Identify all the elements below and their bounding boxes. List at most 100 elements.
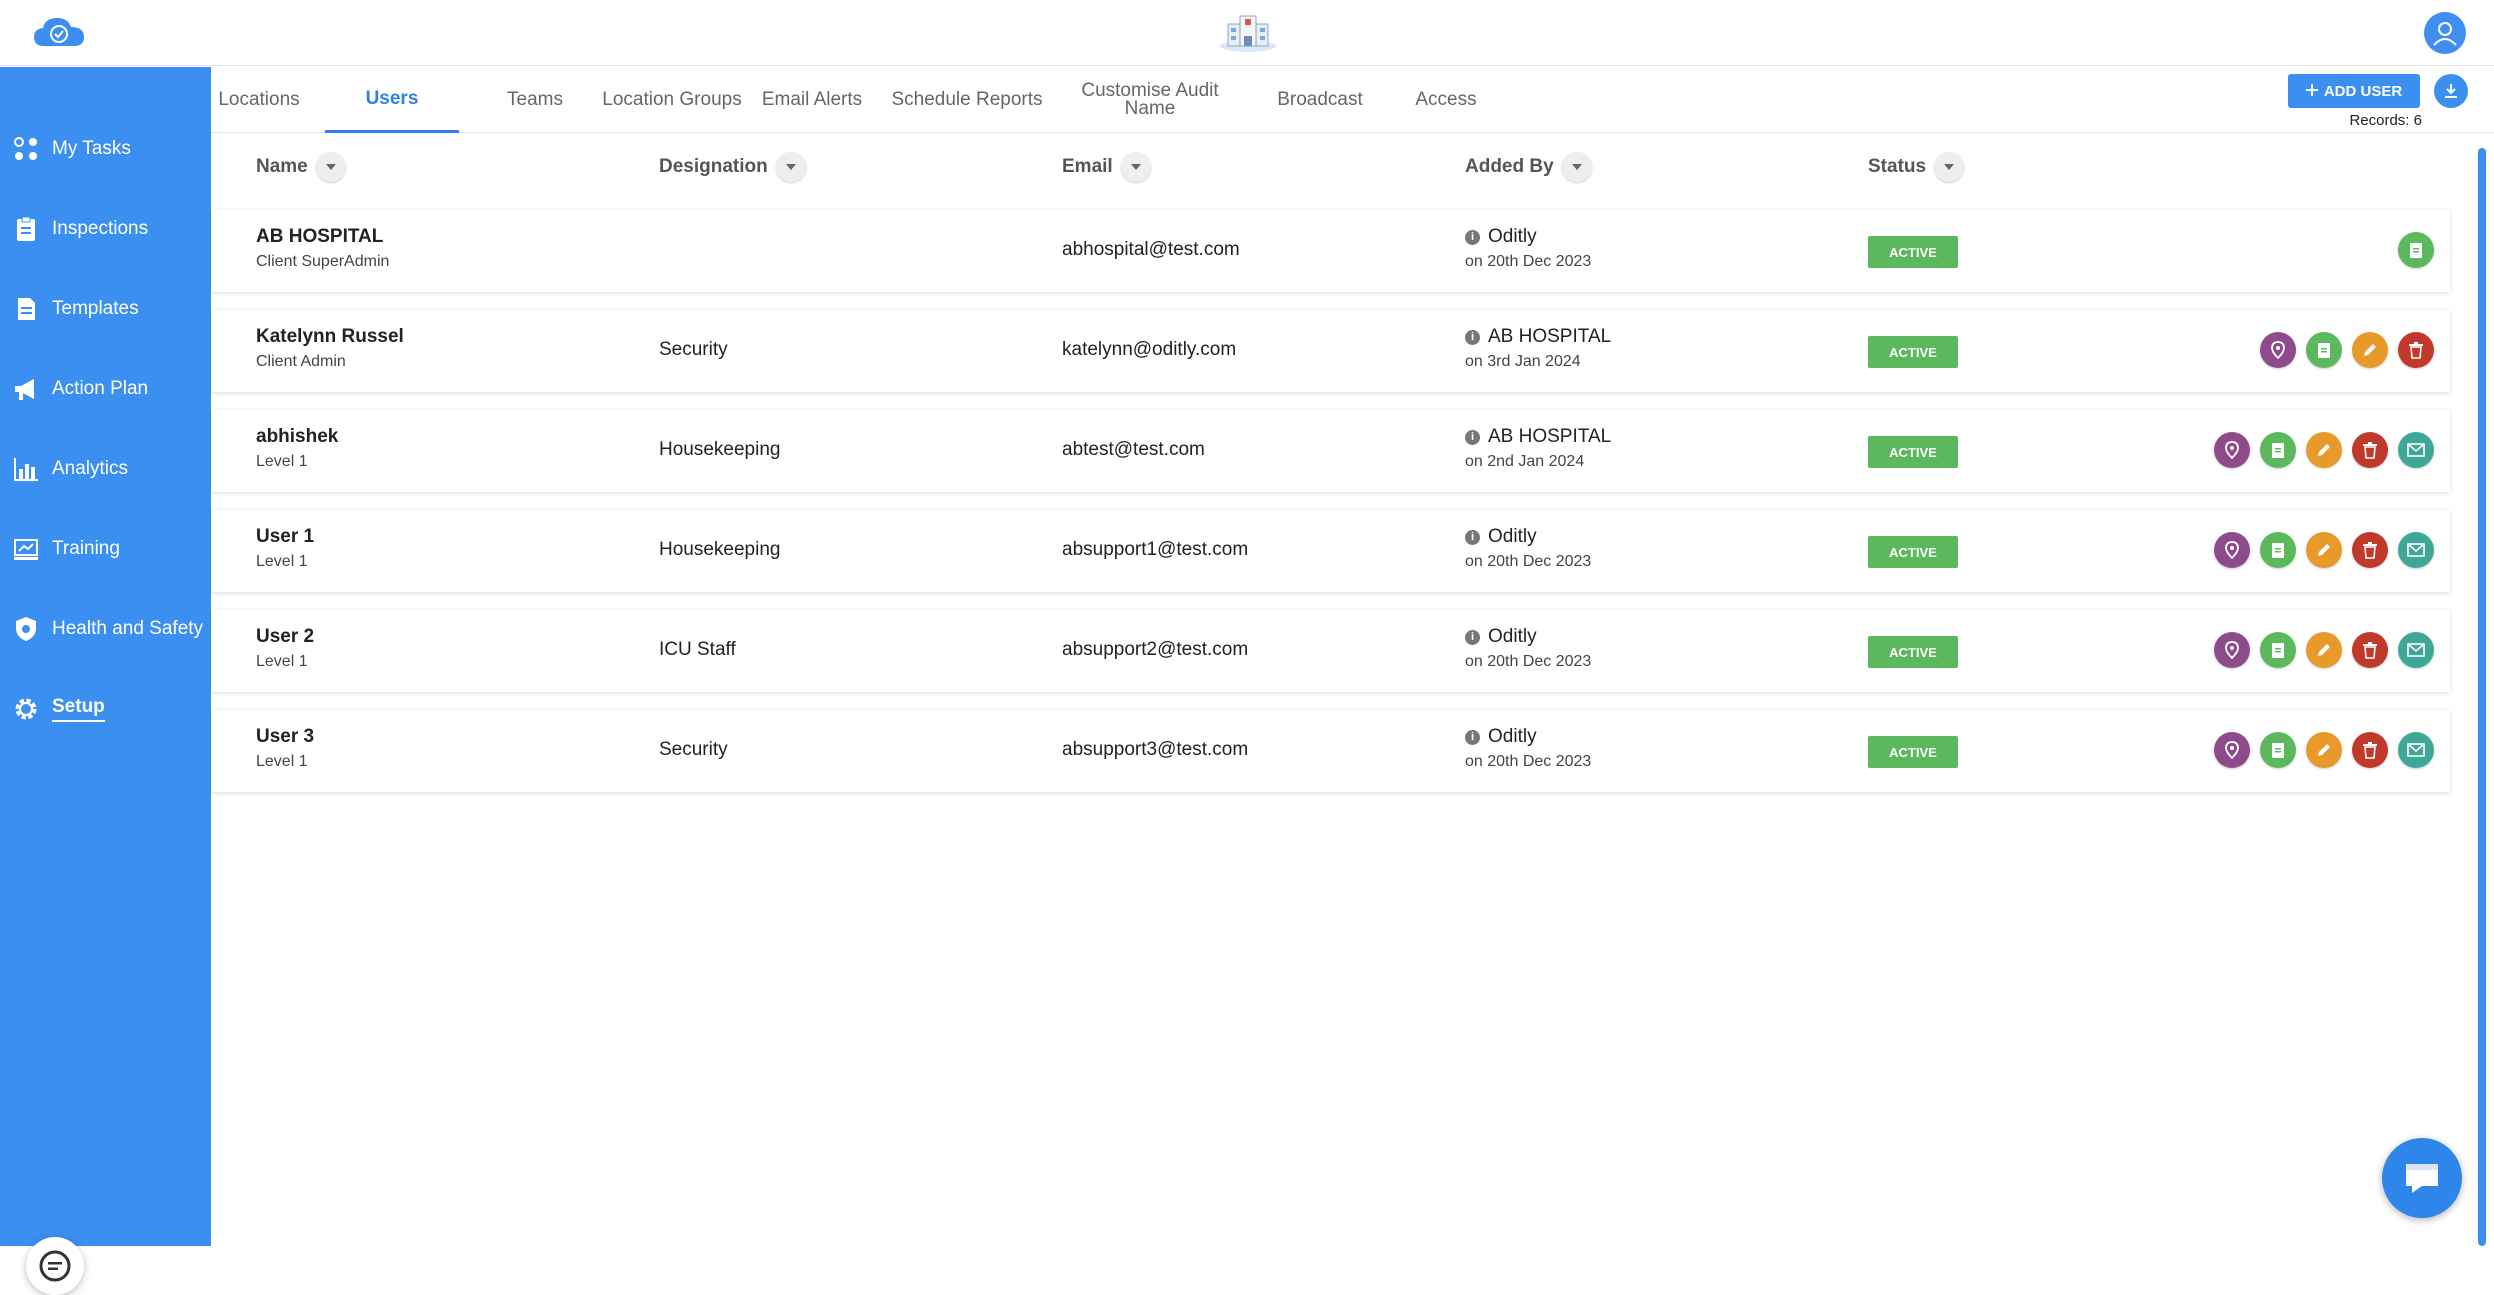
pencil-icon[interactable] (2306, 632, 2342, 668)
sort-dropdown-icon[interactable] (315, 152, 346, 182)
sidebar-item-inspections[interactable]: Inspections (0, 199, 211, 259)
row-actions (2260, 332, 2434, 368)
table-row[interactable]: abhishek Level 1 Housekeeping abtest@tes… (212, 410, 2450, 492)
user-designation: Security (659, 739, 728, 760)
table-row[interactable]: User 2 Level 1 ICU Staff absupport2@test… (212, 610, 2450, 692)
sidebar-item-setup[interactable]: Setup (0, 679, 211, 739)
clipboard-icon (12, 215, 40, 243)
pencil-icon[interactable] (2306, 532, 2342, 568)
tab-schedule-reports[interactable]: Schedule Reports (887, 67, 1047, 133)
sidebar-item-label: My Tasks (52, 138, 131, 159)
trash-icon[interactable] (2352, 532, 2388, 568)
megaphone-icon (12, 375, 40, 403)
clipboard-icon[interactable] (2260, 732, 2296, 768)
records-count: Records: 6 (2349, 112, 2422, 129)
user-role: Client Admin (256, 353, 346, 370)
mail-icon[interactable] (2398, 732, 2434, 768)
location-pin-icon[interactable] (2260, 332, 2296, 368)
tab-broadcast[interactable]: Broadcast (1257, 67, 1383, 133)
tab-customise-audit-name[interactable]: Customise Audit Name (1073, 67, 1227, 133)
sidebar-item-action-plan[interactable]: Action Plan (0, 359, 211, 419)
user-name: User 3 (256, 726, 315, 747)
clipboard-icon[interactable] (2260, 432, 2296, 468)
support-chat-icon[interactable] (2382, 1138, 2462, 1218)
table-row[interactable]: User 1 Level 1 Housekeeping absupport1@t… (212, 510, 2450, 592)
trash-icon[interactable] (2352, 632, 2388, 668)
added-by: i Oditly (1465, 626, 1537, 648)
sort-dropdown-icon[interactable] (1561, 152, 1592, 182)
info-icon[interactable]: i (1465, 529, 1480, 545)
user-email: abhospital@test.com (1062, 239, 1240, 260)
location-pin-icon[interactable] (2214, 732, 2250, 768)
row-actions (2214, 532, 2434, 568)
cloud-check-logo-icon[interactable] (32, 14, 86, 50)
pencil-icon[interactable] (2306, 732, 2342, 768)
status-badge: ACTIVE (1868, 236, 1958, 268)
sidebar-item-label: Setup (52, 696, 105, 722)
user-role: Level 1 (256, 753, 308, 770)
top-bar (0, 0, 2494, 66)
mail-icon[interactable] (2398, 432, 2434, 468)
row-actions (2398, 232, 2434, 268)
pencil-icon[interactable] (2352, 332, 2388, 368)
info-icon[interactable]: i (1465, 329, 1480, 345)
user-name: Katelynn Russel (256, 326, 404, 347)
info-icon[interactable]: i (1465, 429, 1480, 445)
sidebar-item-health-and-safety[interactable]: Health and Safety (0, 599, 211, 659)
sort-dropdown-icon[interactable] (1120, 152, 1151, 182)
added-by-name: AB HOSPITAL (1488, 426, 1612, 447)
sidebar-item-label: Analytics (52, 458, 129, 479)
sidebar-item-templates[interactable]: Templates (0, 279, 211, 339)
hospital-logo-icon (1218, 10, 1278, 54)
tab-teams[interactable]: Teams (483, 67, 587, 133)
table-row[interactable]: AB HOSPITAL Client SuperAdmin abhospital… (212, 210, 2450, 292)
column-label: Status (1868, 156, 1927, 177)
user-role: Level 1 (256, 653, 308, 670)
clipboard-icon[interactable] (2398, 232, 2434, 268)
sidebar-item-analytics[interactable]: Analytics (0, 439, 211, 499)
tab-email-alerts[interactable]: Email Alerts (759, 67, 865, 133)
add-user-button[interactable]: ADD USER (2288, 74, 2420, 108)
clipboard-icon[interactable] (2260, 632, 2296, 668)
tab-users[interactable]: Users (325, 67, 459, 133)
added-by-name: AB HOSPITAL (1488, 326, 1612, 347)
added-by: i Oditly (1465, 526, 1537, 548)
tab-location-groups[interactable]: Location Groups (597, 67, 747, 133)
sidebar-item-my-tasks[interactable]: My Tasks (0, 119, 211, 179)
user-role: Client SuperAdmin (256, 253, 390, 270)
sidebar: My Tasks Inspections Templates Action Pl… (0, 67, 211, 1295)
added-by: i AB HOSPITAL (1465, 426, 1611, 448)
table-row[interactable]: Katelynn Russel Client Admin Security ka… (212, 310, 2450, 392)
location-pin-icon[interactable] (2214, 532, 2250, 568)
user-profile-icon[interactable] (2424, 12, 2466, 54)
location-pin-icon[interactable] (2214, 432, 2250, 468)
trash-icon[interactable] (2352, 432, 2388, 468)
tab-locations[interactable]: Locations (211, 67, 307, 133)
sidebar-item-label: Inspections (52, 218, 149, 239)
info-icon[interactable]: i (1465, 729, 1480, 745)
sort-dropdown-icon[interactable] (1934, 152, 1965, 182)
tab-access[interactable]: Access (1397, 67, 1495, 133)
info-icon[interactable]: i (1465, 229, 1480, 245)
trash-icon[interactable] (2398, 332, 2434, 368)
row-actions (2214, 732, 2434, 768)
clipboard-icon[interactable] (2260, 532, 2296, 568)
download-icon[interactable] (2434, 74, 2468, 108)
clipboard-icon[interactable] (2306, 332, 2342, 368)
pencil-icon[interactable] (2306, 432, 2342, 468)
sort-dropdown-icon[interactable] (775, 152, 806, 182)
added-by: i Oditly (1465, 226, 1537, 248)
location-pin-icon[interactable] (2214, 632, 2250, 668)
user-name: User 2 (256, 626, 315, 647)
info-icon[interactable]: i (1465, 629, 1480, 645)
column-header-status: Status (1868, 152, 1965, 182)
sidebar-item-training[interactable]: Training (0, 519, 211, 579)
added-date: on 20th Dec 2023 (1465, 253, 1592, 270)
table-row[interactable]: User 3 Level 1 Security absupport3@test.… (212, 710, 2450, 792)
mail-icon[interactable] (2398, 632, 2434, 668)
scrollbar[interactable] (2478, 148, 2486, 1246)
mail-icon[interactable] (2398, 532, 2434, 568)
plus-icon (2305, 83, 2318, 100)
trash-icon[interactable] (2352, 732, 2388, 768)
user-designation: Security (659, 339, 728, 360)
